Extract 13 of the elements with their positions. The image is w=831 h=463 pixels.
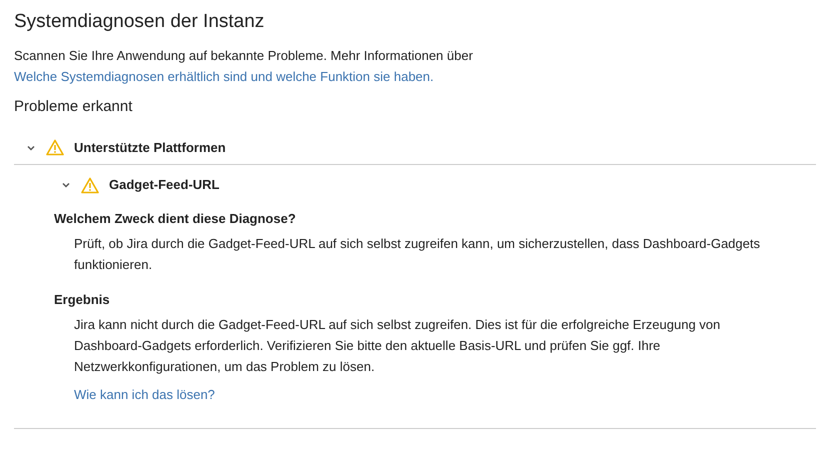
subcheck-title: Gadget-Feed-URL xyxy=(109,176,220,194)
detail-text: Jira kann nicht durch die Gadget-Feed-URL auf sich selbst zugreifen. Dies ist für die erfolgreiche Erzeugung von Dashboard-Gadgets erforderlich. Verifizieren Sie bitte den aktuelle Basis-URL und prüfen Sie ggf. Ihre Netzwerkkonfigurationen, um das Problem zu lösen. xyxy=(73,316,722,376)
detail-text: Prüft, ob Jira durch die Gadget-Feed-URL auf sich selbst zugreifen kann, um sicherzustellen, dass Dashboard-Gadgets funktionieren. xyxy=(73,235,761,274)
check-title: Unterstützte Plattformen xyxy=(74,138,226,157)
chevron-icon[interactable] xyxy=(61,180,71,190)
section-title: Probleme erkannt xyxy=(14,97,134,117)
intro-text: Scannen Sie Ihre Anwendung auf bekannte Probleme. Mehr Informationen über Welche Systemdiagnosen erhältlich sind und welche Funktion sie haben. xyxy=(14,47,474,86)
page-title: Systemdiagnosen der Instanz xyxy=(14,10,266,34)
help-link[interactable]: Wie kann ich das lösen? xyxy=(74,384,215,405)
info-link[interactable]: Welche Systemdiagnosen erhältlich sind und welche Funktion sie haben. xyxy=(14,69,434,84)
detail-heading: Welchem Zweck dient diese Diagnose? xyxy=(54,210,297,228)
check-header[interactable]: Unterstützte Plattformen xyxy=(14,131,816,165)
detail-heading: Ergebnis xyxy=(54,291,111,309)
